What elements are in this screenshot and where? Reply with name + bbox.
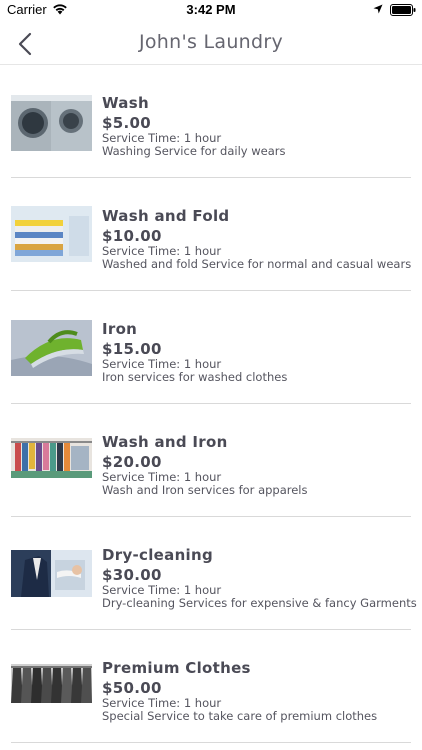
service-price: $20.00 [102, 453, 162, 471]
suit-steaming-image [11, 550, 92, 597]
page-title: John's Laundry [138, 31, 284, 53]
service-description: Iron services for washed clothes [102, 370, 288, 384]
battery-icon [390, 4, 416, 16]
service-item-wash[interactable]: Wash $5.00 Service Time: 1 hour Washing … [0, 65, 422, 178]
service-name: Wash [102, 94, 149, 112]
divider [11, 742, 411, 743]
service-name: Wash and Fold [102, 207, 230, 225]
service-item-wash-and-iron[interactable]: Wash and Iron $20.00 Service Time: 1 hou… [0, 404, 422, 517]
service-item-dry-cleaning[interactable]: Dry-cleaning $30.00 Service Time: 1 hour… [0, 517, 422, 630]
service-description: Washed and fold Service for normal and c… [102, 257, 412, 271]
navigation-bar: John's Laundry [0, 22, 422, 65]
service-description: Dry-cleaning Services for expensive & fa… [102, 596, 417, 610]
hanging-jackets-image [11, 664, 92, 703]
service-description: Special Service to take care of premium … [102, 709, 378, 723]
service-time: Service Time: 1 hour [102, 357, 222, 371]
service-time: Service Time: 1 hour [102, 131, 222, 145]
service-description: Washing Service for daily wears [102, 144, 286, 158]
service-time: Service Time: 1 hour [102, 244, 222, 258]
service-price: $50.00 [102, 679, 162, 697]
service-price: $15.00 [102, 340, 162, 358]
service-name: Iron [102, 320, 138, 338]
service-name: Dry-cleaning [102, 546, 214, 564]
service-time: Service Time: 1 hour [102, 696, 222, 710]
service-price: $10.00 [102, 227, 162, 245]
washing-machine-image [11, 95, 92, 151]
clothes-rack-image [11, 438, 92, 478]
service-item-iron[interactable]: Iron $15.00 Service Time: 1 hour Iron se… [0, 291, 422, 404]
service-item-premium-clothes[interactable]: Premium Clothes $50.00 Service Time: 1 h… [0, 630, 422, 743]
service-name: Premium Clothes [102, 659, 251, 677]
status-time: 3:42 PM [186, 2, 236, 17]
service-price: $30.00 [102, 566, 162, 584]
folded-towels-image [11, 206, 92, 262]
status-bar: Carrier 3:42 PM [0, 0, 422, 22]
service-item-wash-and-fold[interactable]: Wash and Fold $10.00 Service Time: 1 hou… [0, 178, 422, 291]
service-price: $5.00 [102, 114, 151, 132]
green-iron-image [11, 320, 92, 376]
service-name: Wash and Iron [102, 433, 228, 451]
service-time: Service Time: 1 hour [102, 583, 222, 597]
location-icon [373, 4, 383, 14]
service-description: Wash and Iron services for apparels [102, 483, 308, 497]
service-time: Service Time: 1 hour [102, 470, 222, 484]
